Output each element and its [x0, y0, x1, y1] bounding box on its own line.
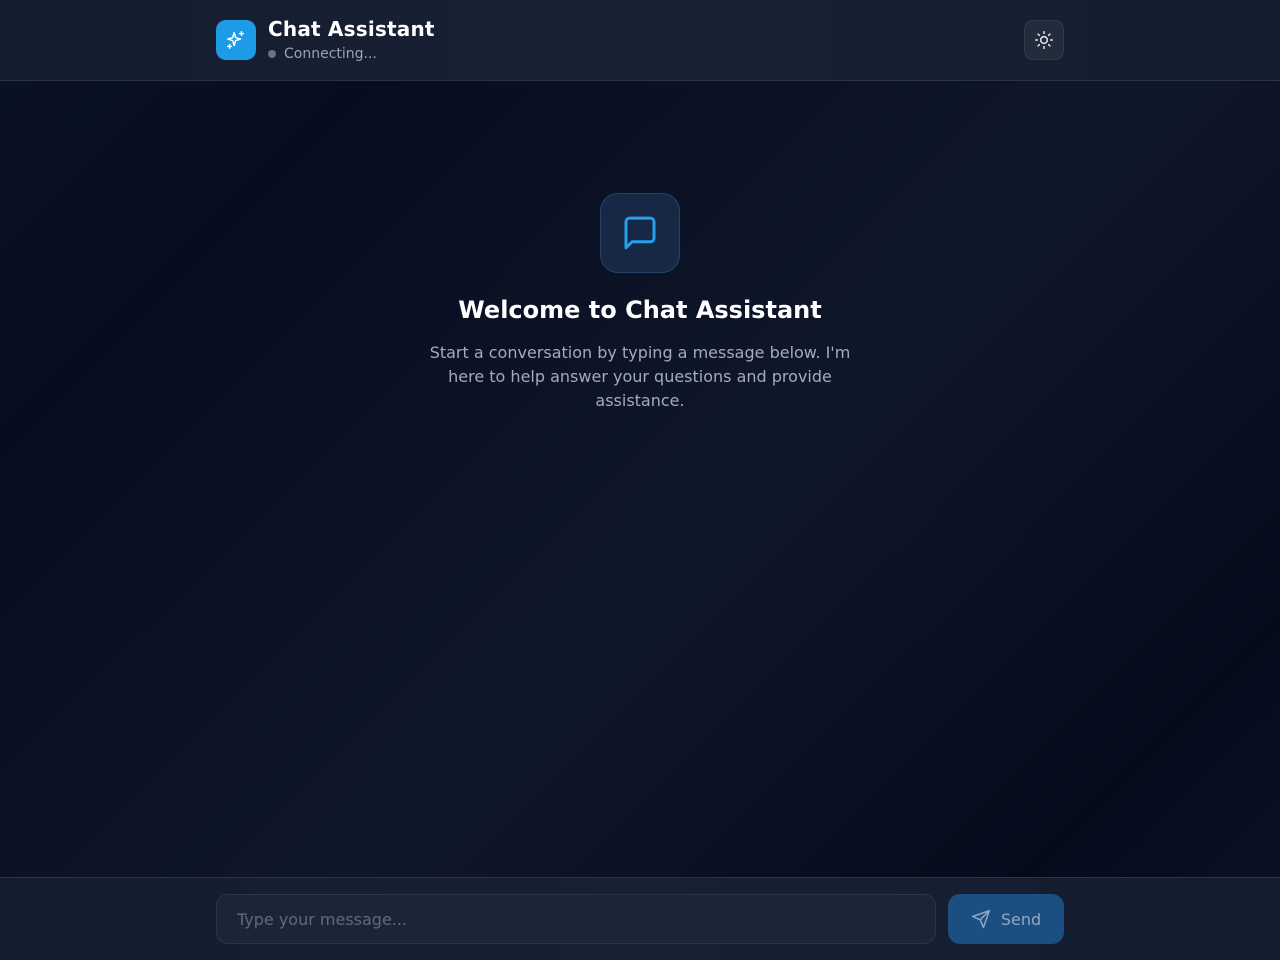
welcome-description: Start a conversation by typing a message…: [429, 343, 851, 410]
status-text: Connecting...: [284, 46, 377, 62]
send-icon: [971, 909, 990, 929]
send-button[interactable]: Send: [948, 894, 1064, 944]
welcome-title: Welcome to Chat Assistant: [458, 296, 822, 324]
connection-status: Connecting...: [268, 45, 377, 63]
app-header: Chat Assistant Connecting...: [0, 0, 1280, 81]
message-input[interactable]: [216, 894, 936, 944]
sparkles-icon: [227, 31, 245, 49]
message-square-icon: [624, 216, 656, 250]
send-button-label: Send: [1000, 909, 1042, 929]
status-dot: [268, 50, 276, 58]
app-title: Chat Assistant: [268, 17, 435, 41]
theme-toggle-button[interactable]: [1024, 20, 1064, 60]
sun-icon: [1034, 30, 1054, 50]
app-logo: [216, 20, 256, 60]
welcome-icon-container: [600, 193, 680, 273]
